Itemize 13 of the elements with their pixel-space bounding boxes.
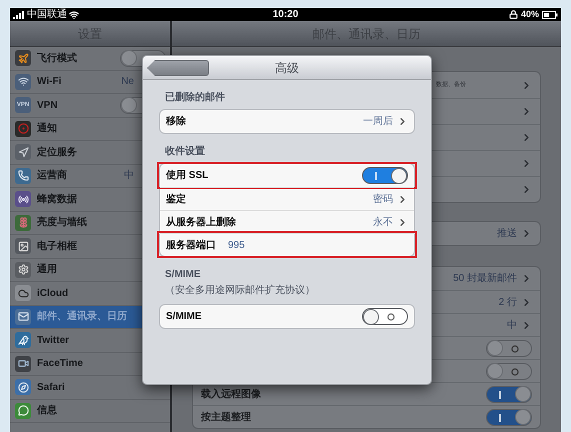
dialog-title: 高级	[275, 60, 299, 76]
setting-value: 50 封最新邮件	[453, 272, 517, 286]
carrier-label: 中国联通	[27, 10, 67, 20]
setting-value: 密码	[373, 192, 393, 206]
setting-value: Ne	[121, 75, 134, 90]
clock-label: 10:20	[272, 10, 298, 20]
setting-value: 推送	[497, 227, 517, 241]
setting-value: 一周后	[363, 114, 393, 129]
setting-value: 中	[507, 318, 517, 332]
battery-percent: 40%	[520, 10, 539, 19]
setting-value: 2 行	[498, 296, 517, 310]
setting-value: 永不	[373, 216, 393, 230]
setting-value: 中	[124, 168, 134, 184]
